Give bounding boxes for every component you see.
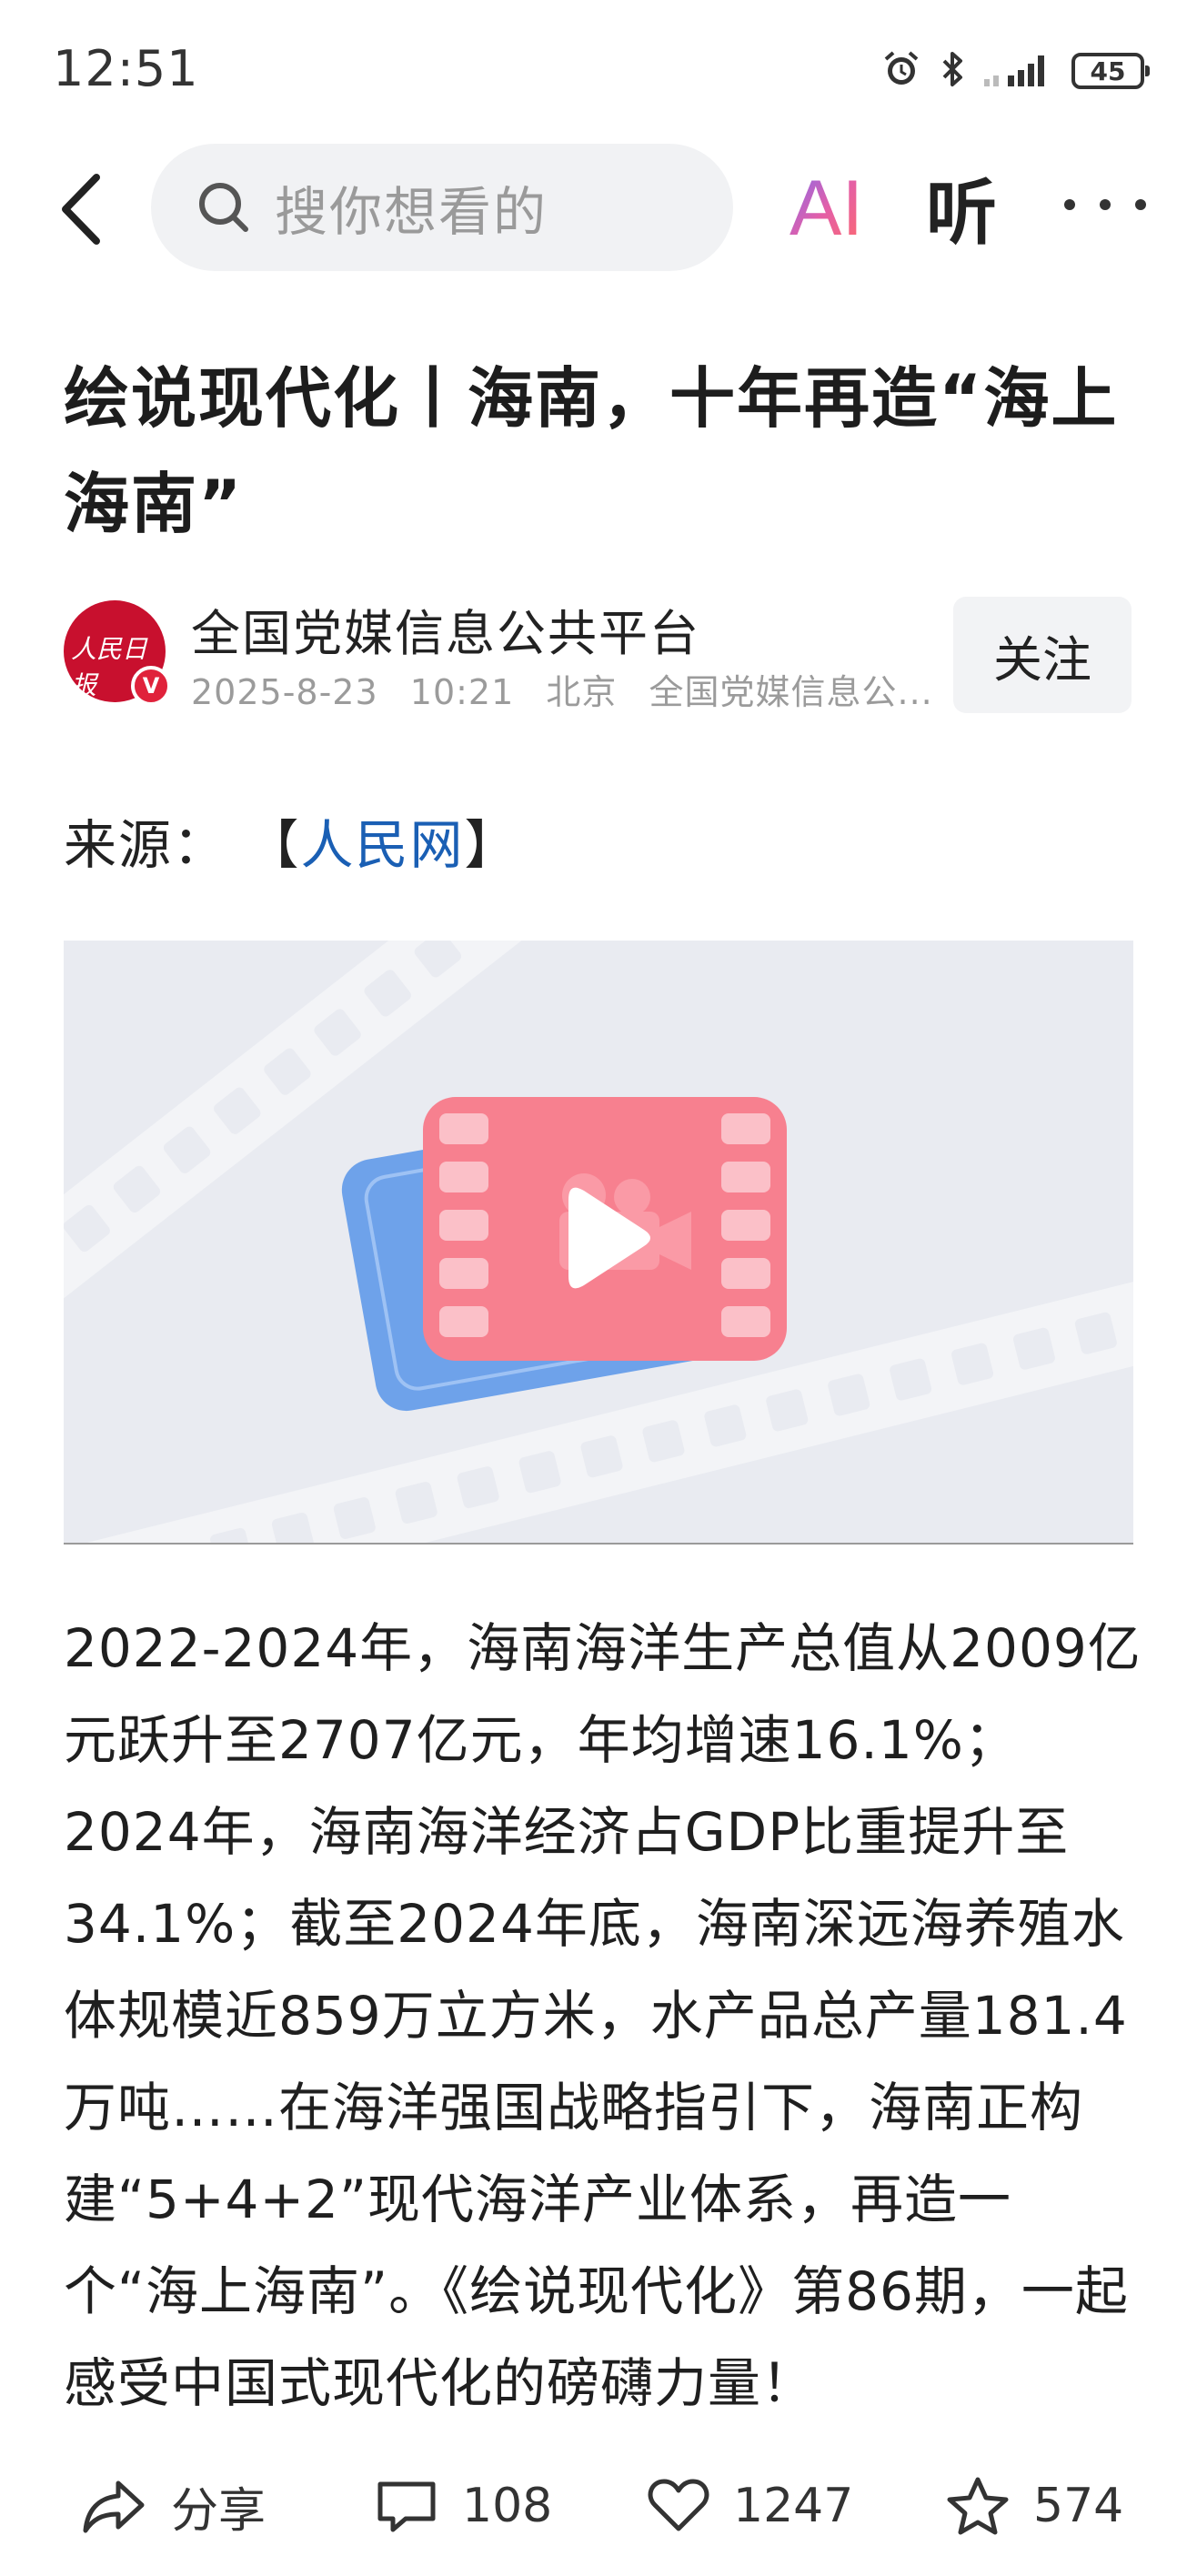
dot: [1100, 199, 1111, 210]
dot: [1064, 199, 1075, 210]
avatar[interactable]: 人民日报 V: [64, 600, 171, 706]
back-arrow-icon: [62, 174, 100, 245]
publish-time: 10:21: [409, 672, 515, 712]
share-button[interactable]: 分享: [82, 2456, 266, 2556]
source-bracket-close: 】: [464, 814, 519, 876]
status-icons: 45: [880, 44, 1150, 98]
star-icon: [947, 2477, 1009, 2535]
ai-button[interactable]: AI: [788, 160, 875, 252]
back-button[interactable]: [45, 164, 118, 255]
more-icon[interactable]: [1064, 182, 1146, 227]
alarm-icon: [880, 48, 922, 94]
comments-button[interactable]: 108: [375, 2456, 552, 2556]
comment-icon: [377, 2481, 436, 2532]
author-meta: 2025-8-23 10:21 北京 全国党媒信息公...: [191, 664, 953, 714]
battery-level: 45: [1090, 55, 1126, 86]
share-icon: [83, 2480, 145, 2533]
heart-icon: [648, 2479, 709, 2531]
source-prefix: 来源：: [64, 814, 228, 876]
follow-button[interactable]: 关注: [953, 597, 1132, 713]
likes-count: 1247: [733, 2479, 854, 2533]
publisher-short: 全国党媒信息公...: [649, 672, 933, 712]
search-input[interactable]: 搜你想看的: [151, 144, 733, 271]
favorites-count: 574: [1033, 2479, 1124, 2533]
search-icon: [199, 183, 248, 232]
source-bracket-open: 【: [246, 814, 301, 876]
like-button[interactable]: 1247: [648, 2456, 853, 2556]
article-title: 绘说现代化丨海南，十年再造“海上海南”: [64, 360, 1119, 542]
publish-date: 2025-8-23: [191, 672, 378, 712]
dot: [1135, 199, 1146, 210]
bluetooth-icon: [939, 48, 966, 94]
signal-icon: [982, 48, 1055, 94]
status-time: 12:51: [53, 40, 199, 97]
video-placeholder-graphic: [64, 941, 1133, 1543]
source-line: 来源： 【人民网】: [64, 802, 519, 879]
video-player[interactable]: [64, 941, 1133, 1545]
search-placeholder: 搜你想看的: [275, 181, 548, 243]
verified-badge-icon: V: [131, 666, 171, 706]
comments-count: 108: [462, 2479, 553, 2533]
share-label: 分享: [171, 2483, 267, 2539]
favorite-button[interactable]: 574: [946, 2456, 1123, 2556]
ai-label: AI: [790, 165, 863, 251]
publish-location: 北京: [546, 672, 618, 712]
source-link[interactable]: 人民网: [300, 814, 464, 876]
article-body: 2022-2024年，海南海洋生产总值从2009亿元跃升至2707亿元，年均增速…: [64, 1617, 1142, 2414]
listen-button[interactable]: 听: [926, 156, 997, 257]
action-bar: 分享 108 1247 574: [0, 2456, 1197, 2556]
author-name[interactable]: 全国党媒信息公共平台: [191, 593, 700, 665]
battery-icon: 45: [1071, 53, 1150, 89]
